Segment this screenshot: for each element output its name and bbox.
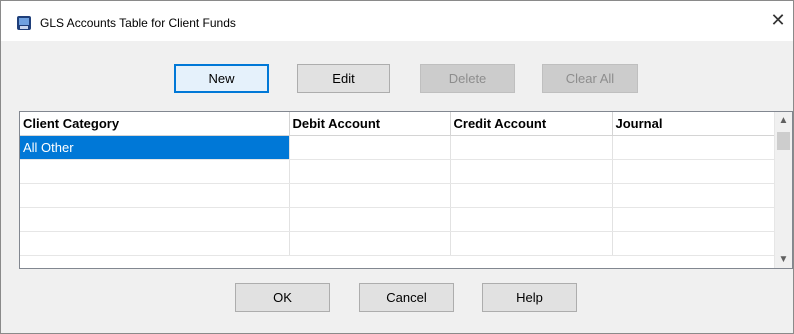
scrollbar-thumb[interactable] bbox=[777, 132, 790, 150]
table-cell[interactable] bbox=[450, 135, 613, 160]
table-cell[interactable] bbox=[20, 159, 290, 184]
table-cell[interactable] bbox=[20, 207, 290, 232]
column-header-debit-account[interactable]: Debit Account bbox=[289, 112, 451, 136]
table-row[interactable]: All Other bbox=[20, 135, 775, 160]
table-cell[interactable] bbox=[612, 135, 775, 160]
table-cell[interactable]: All Other bbox=[20, 135, 290, 160]
column-header-journal[interactable]: Journal bbox=[612, 112, 775, 136]
accounts-table: Client Category Debit Account Credit Acc… bbox=[20, 112, 775, 256]
table-header-row: Client Category Debit Account Credit Acc… bbox=[20, 112, 775, 136]
new-button[interactable]: New bbox=[174, 64, 269, 93]
delete-button[interactable]: Delete bbox=[420, 64, 515, 93]
table-row[interactable] bbox=[20, 159, 775, 184]
ok-button[interactable]: OK bbox=[235, 283, 330, 312]
app-icon bbox=[17, 16, 31, 30]
table-row[interactable] bbox=[20, 183, 775, 208]
table-cell[interactable] bbox=[289, 135, 451, 160]
help-button[interactable]: Help bbox=[482, 283, 577, 312]
table-cell[interactable] bbox=[20, 231, 290, 256]
chevron-down-icon[interactable]: ▼ bbox=[775, 251, 792, 268]
title-bar: GLS Accounts Table for Client Funds ✕ bbox=[1, 1, 793, 41]
accounts-grid[interactable]: Client Category Debit Account Credit Acc… bbox=[19, 111, 793, 269]
table-cell[interactable] bbox=[289, 183, 451, 208]
table-row[interactable] bbox=[20, 231, 775, 256]
vertical-scrollbar[interactable]: ▲ ▼ bbox=[774, 112, 792, 268]
table-cell[interactable] bbox=[450, 231, 613, 256]
table-cell[interactable] bbox=[612, 231, 775, 256]
table-cell[interactable] bbox=[612, 207, 775, 232]
column-header-client-category[interactable]: Client Category bbox=[20, 112, 290, 136]
clear-all-button[interactable]: Clear All bbox=[542, 64, 638, 93]
table-cell[interactable] bbox=[450, 159, 613, 184]
edit-button[interactable]: Edit bbox=[297, 64, 390, 93]
table-cell[interactable] bbox=[612, 159, 775, 184]
cancel-button[interactable]: Cancel bbox=[359, 283, 454, 312]
close-icon[interactable]: ✕ bbox=[763, 5, 793, 35]
table-cell[interactable] bbox=[289, 207, 451, 232]
table-cell[interactable] bbox=[450, 183, 613, 208]
table-cell[interactable] bbox=[20, 183, 290, 208]
column-header-credit-account[interactable]: Credit Account bbox=[450, 112, 613, 136]
table-row[interactable] bbox=[20, 207, 775, 232]
table-cell[interactable] bbox=[450, 207, 613, 232]
dialog-window: GLS Accounts Table for Client Funds ✕ Ne… bbox=[0, 0, 794, 334]
window-title: GLS Accounts Table for Client Funds bbox=[40, 16, 236, 30]
chevron-up-icon[interactable]: ▲ bbox=[775, 112, 792, 129]
table-cell[interactable] bbox=[289, 231, 451, 256]
table-cell[interactable] bbox=[289, 159, 451, 184]
table-cell[interactable] bbox=[612, 183, 775, 208]
